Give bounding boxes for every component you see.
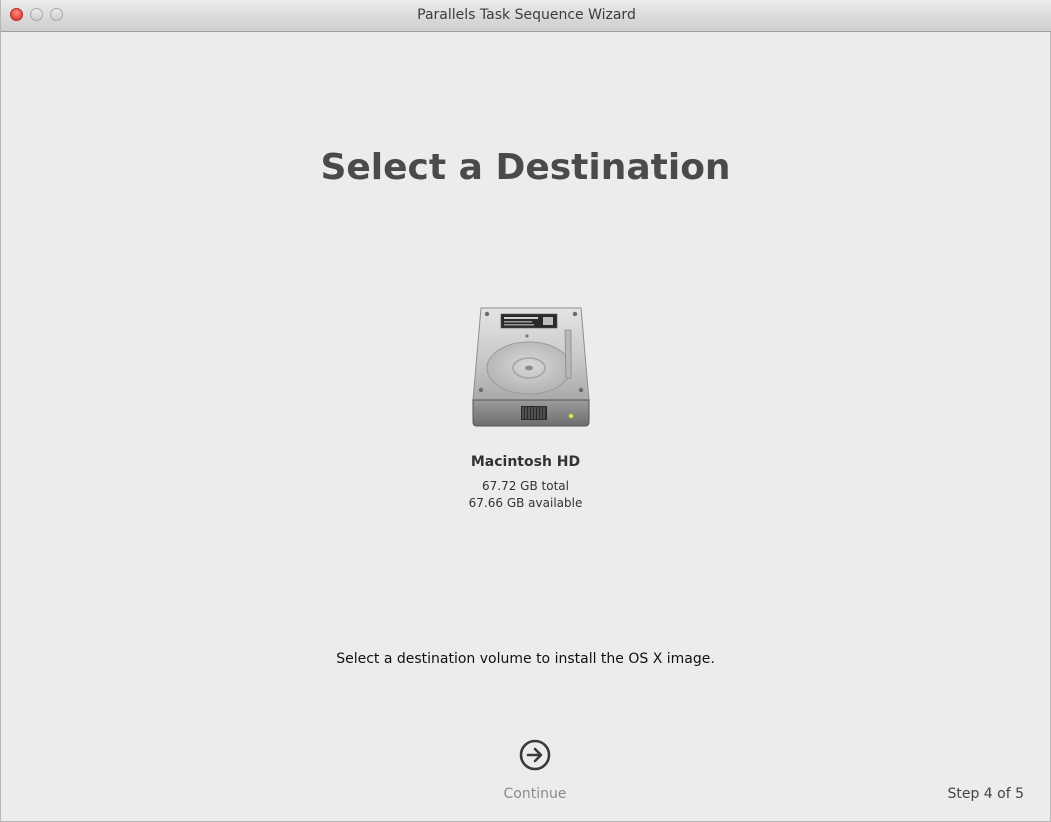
window-title: Parallels Task Sequence Wizard [417, 7, 636, 23]
instruction-text: Select a destination volume to install t… [336, 651, 715, 667]
step-indicator: Step 4 of 5 [947, 786, 1024, 802]
volume-total-size: 67.72 GB total [482, 479, 569, 493]
page-title: Select a Destination [320, 147, 731, 188]
continue-label: Continue [503, 786, 567, 802]
wizard-window: Parallels Task Sequence Wizard Select a … [0, 0, 1051, 822]
volume-available-size: 67.66 GB available [468, 496, 583, 510]
continue-button[interactable]: Continue [492, 737, 578, 807]
volume-name: Macintosh HD [470, 454, 581, 470]
hard-drive-icon[interactable] [467, 300, 595, 432]
title-bar[interactable]: Parallels Task Sequence Wizard [1, 0, 1051, 32]
arrow-right-circle-icon [519, 739, 551, 771]
